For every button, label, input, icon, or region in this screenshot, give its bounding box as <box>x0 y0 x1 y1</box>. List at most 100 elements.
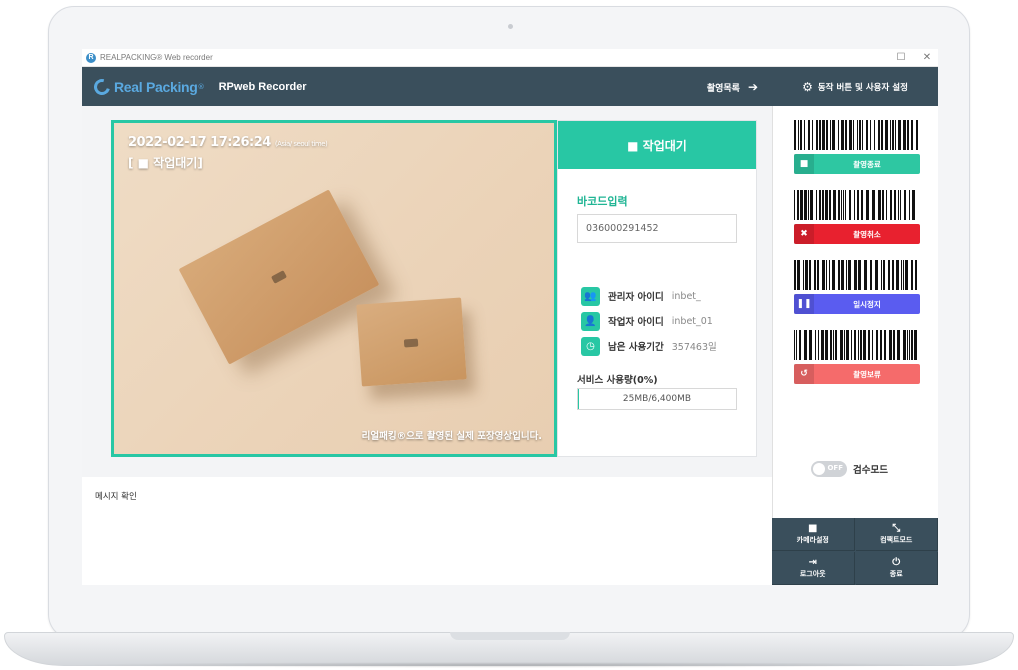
manager-label: 관리자 아이디 <box>608 292 664 303</box>
barcode-bar <box>881 260 882 290</box>
barcode-bar <box>880 330 882 360</box>
undo-icon: ↺ <box>794 364 814 384</box>
barcode-bar <box>803 120 805 150</box>
stop-icon: ■ <box>794 154 814 174</box>
inspection-mode: OFF 검수모드 <box>811 461 888 477</box>
usage-bar: 25MB/6,400MB <box>577 388 737 410</box>
remaining-value: 357463일 <box>671 342 717 353</box>
pause-label: 일시정지 <box>853 299 881 309</box>
camera-settings-button[interactable]: ■ 카메라설정 <box>772 518 855 551</box>
barcode-bar <box>916 120 918 150</box>
logout-button[interactable]: ⇥ 로그아웃 <box>772 552 855 585</box>
worker-label: 작업자 아이디 <box>608 317 664 328</box>
control-panel: ■ 촬영종료 ✖ 촬영취소 ❚❚ 일시정지 ↺ 촬영보류 OFF 검수모드 <box>772 106 938 518</box>
barcode-bar <box>811 120 813 150</box>
maximize-button[interactable]: ☐ <box>894 51 908 64</box>
barcode-image <box>794 260 920 290</box>
barcode-bar <box>862 120 864 150</box>
barcode-bar <box>805 260 808 290</box>
cancel-recording-label: 촬영취소 <box>853 229 881 239</box>
inspection-toggle[interactable]: OFF <box>811 461 847 477</box>
hold-recording-button[interactable]: ↺ 촬영보류 <box>794 364 920 384</box>
settings-label: 동작 버튼 및 사용자 설정 <box>817 82 908 93</box>
barcode-bar <box>881 120 884 150</box>
usage-text: 25MB/6,400MB <box>622 394 692 404</box>
barcode-bar <box>888 260 890 290</box>
barcode-bar <box>854 260 857 290</box>
barcode-bar <box>845 190 846 220</box>
barcode-bar <box>825 190 828 220</box>
barcode-bar <box>878 120 881 150</box>
compact-mode-button[interactable]: ⤡ 컴팩트모드 <box>855 518 938 551</box>
barcode-bar <box>866 120 869 150</box>
laptop-notch <box>450 632 570 640</box>
barcode-bar <box>875 260 878 290</box>
barcode-bar <box>843 190 844 220</box>
barcode-bar <box>861 190 863 220</box>
barcode-bar <box>833 190 836 220</box>
exit-button[interactable]: ⏻ 종료 <box>855 552 938 585</box>
toggle-state: OFF <box>827 464 843 472</box>
barcode-bar <box>838 260 840 290</box>
camera-settings-label: 카메라설정 <box>796 536 829 544</box>
recording-list-link[interactable]: 촬영목록 ➔ <box>707 80 758 94</box>
pause-button[interactable]: ❚❚ 일시정지 <box>794 294 920 314</box>
bottom-menu: ■ 카메라설정 ⤡ 컴팩트모드 ⇥ 로그아웃 ⏻ 종료 <box>772 518 938 585</box>
settings-link[interactable]: ⚙ 동작 버튼 및 사용자 설정 <box>772 67 938 106</box>
barcode-bar <box>900 190 901 220</box>
app-header: Real Packing ® RPweb Recorder 촬영목록 ➔ <box>82 67 772 106</box>
barcode-bar <box>818 330 819 360</box>
timestamp-value: 2022-02-17 17:26:24 <box>128 135 271 150</box>
barcode-bar <box>854 190 855 220</box>
app-window: R REALPACKING® Web recorder ☐ ✕ Real Pac… <box>82 49 938 585</box>
barcode-bar <box>895 120 897 150</box>
cancel-recording-button[interactable]: ✖ 촬영취소 <box>794 224 920 244</box>
camera-preview: 2022-02-17 17:26:24 (Asia/ seoul time) [… <box>111 120 557 457</box>
main-area: 2022-02-17 17:26:24 (Asia/ seoul time) [… <box>82 106 772 477</box>
brand-name: Real Packing <box>114 79 198 95</box>
barcode-bar <box>883 260 885 290</box>
webcam-dot <box>508 24 513 29</box>
barcode-bar <box>898 190 899 220</box>
barcode-bar <box>893 330 895 360</box>
barcode-bar <box>829 260 830 290</box>
barcode-bar <box>794 190 795 220</box>
barcode-bar <box>876 330 878 360</box>
barcode-bar <box>890 190 892 220</box>
barcode-bar <box>892 260 894 290</box>
box-logo-icon <box>403 338 419 348</box>
remaining-label: 남은 사용기간 <box>608 342 664 353</box>
barcode-bar <box>905 260 908 290</box>
barcode-bar <box>844 330 845 360</box>
barcode-bar <box>896 260 899 290</box>
barcode-bar <box>815 120 818 150</box>
barcode-bar <box>874 120 876 150</box>
barcode-bar <box>830 330 832 360</box>
barcode-input[interactable] <box>577 214 737 243</box>
logo: Real Packing ® RPweb Recorder <box>91 76 307 98</box>
close-button[interactable]: ✕ <box>920 51 934 64</box>
barcode-bar <box>822 260 825 290</box>
stop-recording-button[interactable]: ■ 촬영종료 <box>794 154 920 174</box>
inspection-label: 검수모드 <box>853 465 888 476</box>
pause-icon: ❚❚ <box>794 294 814 314</box>
worker-value: inbet_01 <box>671 315 713 327</box>
clock-icon: ◷ <box>581 336 600 356</box>
manager-icon: 👥 <box>581 286 600 306</box>
control-pause: ❚❚ 일시정지 <box>794 260 920 314</box>
barcode-bar <box>818 120 821 150</box>
barcode-bar <box>825 330 828 360</box>
barcode-bar <box>872 330 873 360</box>
barcode-bar <box>841 190 842 220</box>
barcode-bar <box>909 330 910 360</box>
barcode-bar <box>849 190 851 220</box>
info-row-manager: 👥 관리자 아이디 inbet_ <box>581 286 751 306</box>
preview-caption: 리얼패킹®으로 촬영된 실제 포장영상입니다. <box>361 431 542 442</box>
compact-mode-label: 컴팩트모드 <box>880 536 913 544</box>
barcode-bar <box>904 190 906 220</box>
laptop-shadow <box>60 662 960 668</box>
barcode-bar <box>911 330 913 360</box>
arrow-right-icon: ➔ <box>747 80 758 94</box>
control-cancel: ✖ 촬영취소 <box>794 190 920 244</box>
status-title: ■ 작업대기 <box>558 121 756 169</box>
